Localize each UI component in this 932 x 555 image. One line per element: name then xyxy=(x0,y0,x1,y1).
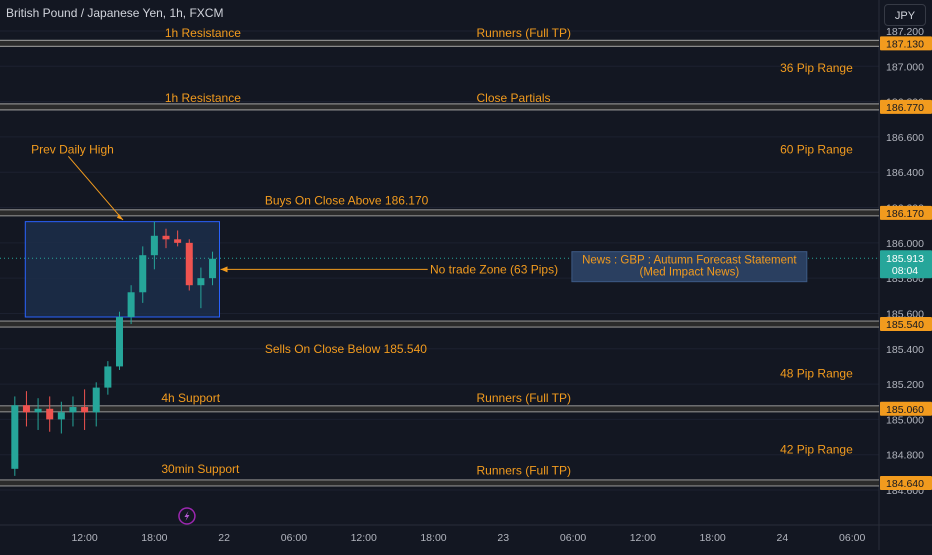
candle-body[interactable] xyxy=(174,239,182,243)
level-band xyxy=(0,40,879,47)
candle-body[interactable] xyxy=(81,407,89,413)
annotation-label: 4h Support xyxy=(161,391,220,405)
candle-body[interactable] xyxy=(127,292,135,317)
symbol-title: British Pound / Japanese Yen, 1h, FXCM xyxy=(6,6,224,20)
candle-body[interactable] xyxy=(115,316,123,367)
time-tick-label: 12:00 xyxy=(351,532,377,544)
annotation-label: Prev Daily High xyxy=(31,142,114,156)
price-tick-label: 187.000 xyxy=(886,61,924,73)
annotation-label: 60 Pip Range xyxy=(780,142,853,156)
candlestick-chart[interactable]: 1h Resistance Runners (Full TP) 36 Pip Ran… xyxy=(0,0,932,550)
level-band xyxy=(0,405,879,412)
candle-body[interactable] xyxy=(92,387,100,413)
annotation-label: Close Partials xyxy=(477,91,551,105)
candle-body[interactable] xyxy=(104,366,112,388)
annotation-label: 1h Resistance xyxy=(165,26,241,40)
annotation-label: Runners (Full TP) xyxy=(477,464,571,478)
level-price-tag-text: 187.130 xyxy=(886,38,924,50)
level-band xyxy=(0,103,879,110)
annotation-label: No trade Zone (63 Pips) xyxy=(430,262,558,276)
level-price-tag-text: 184.640 xyxy=(886,478,924,490)
price-tick-label: 185.200 xyxy=(886,379,924,391)
price-tick-label: 185.400 xyxy=(886,344,924,356)
annotation-label: Buys On Close Above 186.170 xyxy=(265,193,429,207)
chart-stage[interactable]: 1h Resistance Runners (Full TP) 36 Pip Ran… xyxy=(0,0,932,550)
annotation-label: 30min Support xyxy=(161,462,240,476)
level-price-tag-text: 185.540 xyxy=(886,319,924,331)
price-tick-label: 186.400 xyxy=(886,167,924,179)
current-price-countdown: 08:04 xyxy=(892,265,918,277)
candle-body[interactable] xyxy=(34,408,42,413)
price-tick-label: 187.200 xyxy=(886,26,924,38)
time-tick-label: 18:00 xyxy=(141,532,167,544)
time-tick-label: 18:00 xyxy=(420,532,446,544)
time-tick-label: 06:00 xyxy=(281,532,307,544)
news-subtitle: (Med Impact News) xyxy=(640,267,740,279)
current-price-value: 185.913 xyxy=(886,253,924,265)
candle-body[interactable] xyxy=(150,235,158,256)
level-price-tag-text: 186.170 xyxy=(886,208,924,220)
candle-body[interactable] xyxy=(162,235,170,240)
level-band xyxy=(0,209,879,216)
level-band xyxy=(0,479,879,486)
annotation-label: Sells On Close Below 185.540 xyxy=(265,342,427,356)
annotation-label: 42 Pip Range xyxy=(780,442,853,456)
price-tick-label: 184.800 xyxy=(886,450,924,462)
price-tick-label: 186.600 xyxy=(886,132,924,144)
price-tick-label: 185.000 xyxy=(886,414,924,426)
candle-body[interactable] xyxy=(22,405,30,413)
annotation-label: Runners (Full TP) xyxy=(477,391,571,405)
annotation-label: 48 Pip Range xyxy=(780,366,853,380)
annotation-label: 1h Resistance xyxy=(165,91,241,105)
annotation-label: Runners (Full TP) xyxy=(477,26,571,40)
annotation-label: 36 Pip Range xyxy=(780,61,853,75)
time-tick-label: 06:00 xyxy=(560,532,586,544)
level-band xyxy=(0,321,879,328)
candle-body[interactable] xyxy=(139,255,147,293)
candle-body[interactable] xyxy=(209,258,217,279)
news-title: News : GBP : Autumn Forecast Statement xyxy=(582,255,797,267)
time-tick-label: 12:00 xyxy=(630,532,656,544)
candle-body[interactable] xyxy=(11,405,19,469)
candle-body[interactable] xyxy=(185,242,193,286)
level-price-tag-text: 185.060 xyxy=(886,404,924,416)
currency-button[interactable]: JPY xyxy=(884,4,926,26)
candle-body[interactable] xyxy=(69,407,77,413)
time-tick-label: 24 xyxy=(777,532,789,544)
news-box-layer: News : GBP : Autumn Forecast Statement(M… xyxy=(571,251,808,283)
level-price-tag-text: 186.770 xyxy=(886,102,924,114)
candle-body[interactable] xyxy=(46,408,54,420)
time-tick-label: 06:00 xyxy=(839,532,865,544)
time-tick-label: 22 xyxy=(218,532,230,544)
time-tick-label: 23 xyxy=(497,532,509,544)
price-tick-label: 186.000 xyxy=(886,238,924,250)
time-tick-label: 18:00 xyxy=(699,532,725,544)
candle-body[interactable] xyxy=(57,412,65,420)
candle-body[interactable] xyxy=(197,278,205,286)
time-tick-label: 12:00 xyxy=(71,532,97,544)
